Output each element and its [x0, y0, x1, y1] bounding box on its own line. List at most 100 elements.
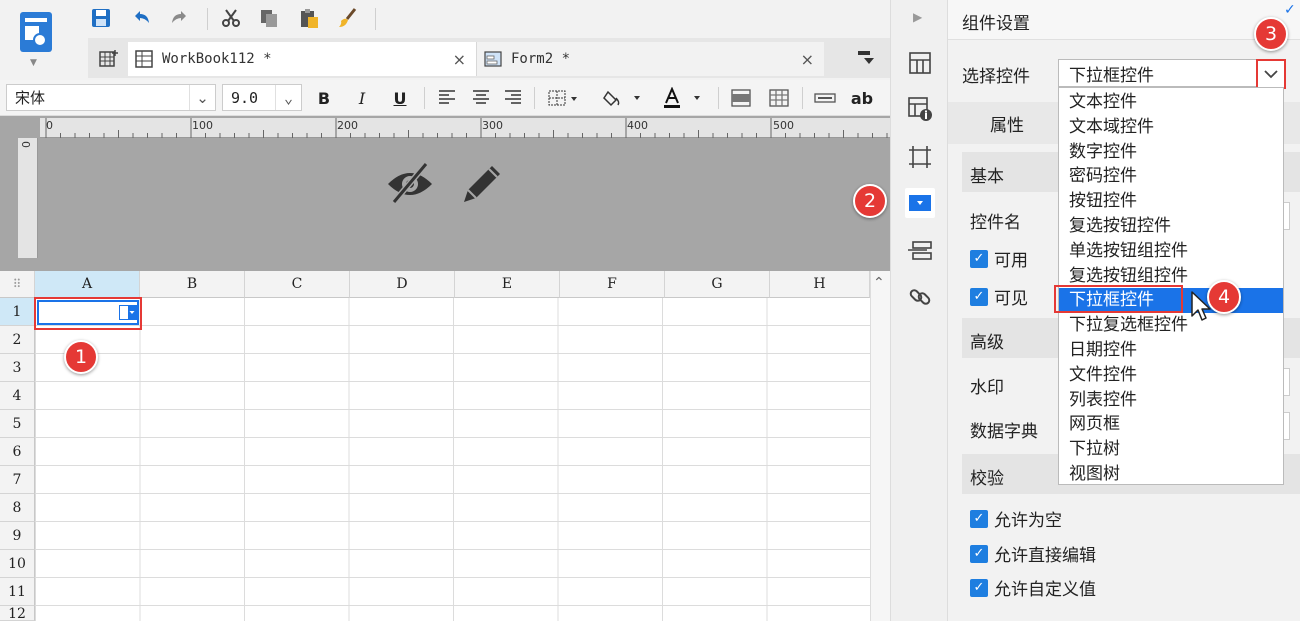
dropdown-option[interactable]: 下拉复选框控件 — [1059, 313, 1283, 338]
app-logo-icon[interactable] — [18, 10, 54, 54]
align-right-icon[interactable] — [500, 85, 526, 111]
fill-color-icon[interactable] — [600, 85, 648, 111]
row-header[interactable]: 5 — [0, 410, 35, 438]
row-header[interactable]: 7 — [0, 466, 35, 494]
select-all-corner[interactable]: ⠿ — [0, 271, 35, 298]
select-dropdown-button[interactable] — [1256, 59, 1286, 89]
logo-caret-icon[interactable]: ▼ — [30, 58, 37, 68]
format-toolbar: 宋体 ⌄ 9.0 ⌄ B I U ab — [0, 80, 890, 116]
cell-element-icon[interactable] — [905, 94, 935, 124]
merge-cells-icon[interactable] — [728, 85, 754, 111]
tab-workbook112[interactable]: WorkBook112 * × — [128, 42, 476, 76]
font-name-select[interactable]: 宋体 ⌄ — [6, 84, 216, 111]
dropdown-option[interactable]: 密码控件 — [1059, 164, 1283, 189]
step-marker-2: 2 — [853, 184, 887, 218]
allow-empty-checkbox[interactable]: ✓ 允许为空 — [970, 506, 1062, 531]
row-header[interactable]: 4 — [0, 382, 35, 410]
column-header[interactable]: B — [140, 271, 245, 298]
section-advanced[interactable]: 高级 — [970, 328, 1004, 353]
tab-properties[interactable]: 属性 — [990, 111, 1024, 136]
text-label-button[interactable]: ab — [848, 85, 876, 111]
new-workbook-icon[interactable] — [98, 48, 120, 74]
column-header[interactable]: A — [35, 271, 140, 298]
vertical-ruler: 0 — [18, 138, 38, 258]
italic-button[interactable]: I — [350, 85, 374, 111]
dropdown-option[interactable]: 数字控件 — [1059, 140, 1283, 165]
column-header[interactable]: H — [770, 271, 870, 298]
align-left-icon[interactable] — [434, 85, 460, 111]
panel-title: 组件设置 — [962, 14, 1030, 34]
align-center-icon[interactable] — [468, 85, 494, 111]
widget-type-select[interactable]: 下拉框控件 — [1058, 59, 1286, 87]
checkbox-checked-icon: ✓ — [970, 578, 988, 597]
condition-attribute-icon[interactable] — [905, 236, 935, 266]
column-header[interactable]: C — [245, 271, 350, 298]
column-header[interactable]: E — [455, 271, 560, 298]
row-header[interactable]: 11 — [0, 578, 35, 606]
dropdown-option[interactable]: 网页框 — [1059, 412, 1283, 437]
dropdown-option[interactable]: 视图树 — [1059, 462, 1283, 487]
row-header[interactable]: 1 — [0, 298, 35, 326]
dropdown-option[interactable]: 文本控件 — [1059, 90, 1283, 115]
row-header[interactable]: 6 — [0, 438, 35, 466]
cell-attribute-icon[interactable] — [905, 48, 935, 78]
dropdown-option[interactable]: 复选按钮控件 — [1059, 214, 1283, 239]
dropdown-option[interactable]: 文本域控件 — [1059, 115, 1283, 140]
allow-custom-value-checkbox[interactable]: ✓ 允许自定义值 — [970, 575, 1096, 600]
row-header[interactable]: 9 — [0, 522, 35, 550]
visible-checkbox[interactable]: ✓ 可见 — [970, 284, 1028, 309]
row-header[interactable]: 10 — [0, 550, 35, 578]
paste-icon[interactable] — [296, 6, 322, 30]
ruler-mark: 400 — [627, 119, 648, 132]
vertical-scrollbar[interactable]: ⌃ — [870, 271, 890, 621]
chevron-up-icon[interactable]: ⌃ — [873, 275, 885, 291]
underline-button[interactable]: U — [388, 85, 412, 111]
text-field-icon[interactable] — [812, 85, 838, 111]
row-header[interactable]: 3 — [0, 354, 35, 382]
undo-icon[interactable] — [128, 6, 154, 30]
font-color-icon[interactable] — [658, 85, 706, 111]
dropdown-option[interactable]: 文件控件 — [1059, 363, 1283, 388]
allow-direct-edit-checkbox[interactable]: ✓ 允许直接编辑 — [970, 541, 1096, 566]
dropdown-option[interactable]: 按钮控件 — [1059, 189, 1283, 214]
close-tab-icon[interactable]: × — [453, 50, 466, 69]
format-painter-icon[interactable] — [335, 6, 361, 30]
column-header[interactable]: D — [350, 271, 455, 298]
dropdown-option[interactable]: 列表控件 — [1059, 388, 1283, 413]
hyperlink-icon[interactable] — [905, 282, 935, 312]
font-size-select[interactable]: 9.0 ⌄ — [222, 84, 302, 111]
chevron-down-icon[interactable]: ⌄ — [275, 85, 301, 110]
cell-area[interactable] — [35, 298, 870, 621]
enabled-checkbox[interactable]: ✓ 可用 — [970, 246, 1028, 271]
row-header[interactable]: 12 — [0, 606, 35, 621]
section-basic[interactable]: 基本 — [970, 162, 1004, 187]
form-design-canvas[interactable] — [0, 116, 890, 271]
hidden-eye-icon[interactable] — [384, 160, 436, 210]
column-header[interactable]: G — [665, 271, 770, 298]
dropdown-option[interactable]: 下拉树 — [1059, 437, 1283, 462]
column-header[interactable]: F — [560, 271, 665, 298]
bold-button[interactable]: B — [312, 85, 336, 111]
row-header[interactable]: 2 — [0, 326, 35, 354]
close-tab-icon[interactable]: × — [801, 50, 814, 69]
section-validate[interactable]: 校验 — [970, 464, 1004, 489]
split-cells-icon[interactable] — [766, 85, 792, 111]
border-icon[interactable] — [544, 85, 584, 111]
allow-empty-label: 允许为空 — [994, 511, 1062, 531]
widget-settings-icon[interactable] — [905, 188, 935, 218]
dropdown-option[interactable]: 单选按钮组控件 — [1059, 239, 1283, 264]
redo-icon[interactable] — [167, 6, 193, 30]
save-icon[interactable] — [88, 6, 114, 30]
tab-form2[interactable]: Form2 * × — [476, 42, 824, 76]
row-header[interactable]: 8 — [0, 494, 35, 522]
tab-menu-icon[interactable] — [856, 49, 876, 71]
widget-name-label: 控件名 — [970, 213, 1021, 233]
chevron-down-icon[interactable]: ⌄ — [189, 85, 215, 110]
expand-arrow-icon[interactable]: ▶ — [913, 10, 922, 24]
edit-pencil-icon[interactable] — [458, 160, 506, 212]
checkbox-checked-icon: ✓ — [970, 509, 988, 528]
cut-icon[interactable] — [218, 6, 244, 30]
dropdown-option[interactable]: 日期控件 — [1059, 338, 1283, 363]
copy-icon[interactable] — [256, 6, 282, 30]
frame-icon[interactable] — [905, 142, 935, 172]
